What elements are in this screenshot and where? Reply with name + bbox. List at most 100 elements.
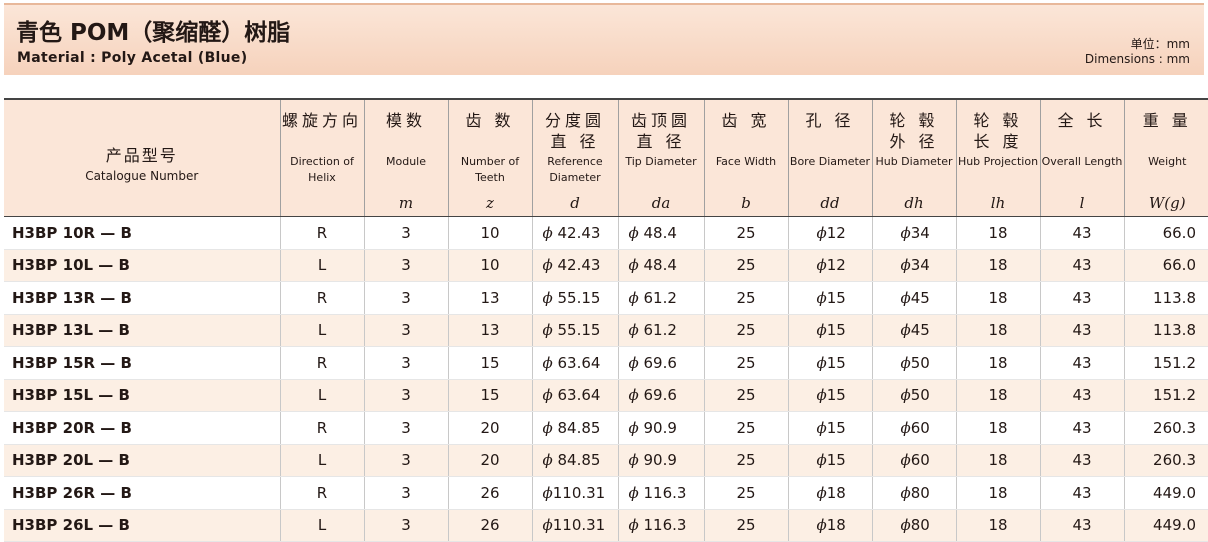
- cell-helix: L: [280, 509, 364, 542]
- cell-da: ϕ 116.3: [618, 509, 704, 542]
- cell-dh: ϕ50: [872, 379, 956, 412]
- diameter-symbol: ϕ: [817, 451, 827, 469]
- cell-value: 69.6: [644, 354, 677, 372]
- cell-b: 25: [704, 412, 788, 445]
- column-header-5: 齿顶圆直 径Tip Diameterda: [618, 99, 704, 217]
- cell-w: 260.3: [1124, 412, 1208, 445]
- cell-lh: 18: [956, 347, 1040, 380]
- cell-helix: L: [280, 379, 364, 412]
- cell-l: 43: [1040, 444, 1124, 477]
- cell-value: 42.43: [558, 256, 601, 274]
- cell-b: 25: [704, 217, 788, 250]
- cell-b: 25: [704, 282, 788, 315]
- diameter-symbol: ϕ: [901, 224, 911, 242]
- cell-value: 55.15: [558, 289, 601, 307]
- cell-lh: 18: [956, 412, 1040, 445]
- table-row: H3BP 20R — BR320ϕ 84.85ϕ 90.925ϕ15ϕ60184…: [4, 412, 1208, 445]
- cell-helix: R: [280, 412, 364, 445]
- material-subtitle: Material : Poly Acetal (Blue): [17, 50, 247, 66]
- diameter-symbol: ϕ: [629, 256, 639, 274]
- cell-value: 60: [911, 451, 930, 469]
- column-header-cn: 螺旋方向: [281, 110, 364, 131]
- cell-dd: ϕ18: [788, 477, 872, 510]
- column-header-9: 轮 毂长 度Hub Projectionlh: [956, 99, 1040, 217]
- header-banner: 青色 POM（聚缩醛）树脂 Material : Poly Acetal (Bl…: [4, 3, 1204, 75]
- cell-m: 3: [364, 282, 448, 315]
- cell-lh: 18: [956, 379, 1040, 412]
- cell-cat: H3BP 13R — B: [4, 282, 280, 315]
- diameter-symbol: ϕ: [629, 386, 639, 404]
- cell-dh: ϕ50: [872, 347, 956, 380]
- cell-value: 60: [911, 419, 930, 437]
- diameter-symbol: ϕ: [629, 484, 639, 502]
- cell-lh: 18: [956, 249, 1040, 282]
- cell-value: 90.9: [644, 451, 677, 469]
- cell-dd: ϕ15: [788, 444, 872, 477]
- cell-z: 20: [448, 412, 532, 445]
- cell-b: 25: [704, 314, 788, 347]
- page-title: 青色 POM（聚缩醛）树脂: [16, 13, 290, 47]
- diameter-symbol: ϕ: [901, 451, 911, 469]
- cell-m: 3: [364, 314, 448, 347]
- cell-m: 3: [364, 509, 448, 542]
- column-header-en: Catalogue Number: [4, 168, 280, 184]
- table-row: H3BP 10L — BL310ϕ 42.43ϕ 48.425ϕ12ϕ34184…: [4, 249, 1208, 282]
- cell-cat: H3BP 20L — B: [4, 444, 280, 477]
- column-header-10: 全 长Overall Lengthl: [1040, 99, 1124, 217]
- diameter-symbol: ϕ: [817, 484, 827, 502]
- cell-value: 45: [911, 289, 930, 307]
- column-header-cn: 模数: [365, 110, 448, 131]
- cell-w: 449.0: [1124, 509, 1208, 542]
- table-body: H3BP 10R — BR310ϕ 42.43ϕ 48.425ϕ12ϕ34184…: [4, 217, 1208, 542]
- diameter-symbol: ϕ: [629, 321, 639, 339]
- cell-value: 80: [911, 484, 930, 502]
- column-symbol: lh: [957, 194, 1040, 212]
- column-symbol: da: [619, 194, 704, 212]
- cell-value: 48.4: [644, 224, 677, 242]
- cell-dd: ϕ12: [788, 249, 872, 282]
- cell-dd: ϕ18: [788, 509, 872, 542]
- cell-da: ϕ 116.3: [618, 477, 704, 510]
- column-header-en: Hub Diameter: [873, 154, 956, 170]
- diameter-symbol: ϕ: [629, 289, 639, 307]
- diameter-symbol: ϕ: [901, 321, 911, 339]
- cell-helix: R: [280, 477, 364, 510]
- cell-dh: ϕ34: [872, 217, 956, 250]
- cell-da: ϕ 69.6: [618, 379, 704, 412]
- column-header-en: Bore Diameter: [789, 154, 872, 170]
- cell-value: 18: [827, 516, 846, 534]
- diameter-symbol: ϕ: [817, 516, 827, 534]
- column-symbol: z: [449, 194, 532, 212]
- cell-dh: ϕ60: [872, 444, 956, 477]
- cell-d: ϕ 63.64: [532, 379, 618, 412]
- cell-lh: 18: [956, 444, 1040, 477]
- diameter-symbol: ϕ: [817, 321, 827, 339]
- cell-dd: ϕ15: [788, 379, 872, 412]
- cell-cat: H3BP 26L — B: [4, 509, 280, 542]
- table-row: H3BP 13R — BR313ϕ 55.15ϕ 61.225ϕ15ϕ45184…: [4, 282, 1208, 315]
- cell-value: 15: [827, 419, 846, 437]
- cell-value: 50: [911, 386, 930, 404]
- column-symbol: W(g): [1125, 194, 1208, 212]
- cell-value: 48.4: [644, 256, 677, 274]
- cell-value: 63.64: [558, 354, 601, 372]
- diameter-symbol: ϕ: [629, 516, 639, 534]
- cell-value: 42.43: [558, 224, 601, 242]
- diameter-symbol: ϕ: [901, 484, 911, 502]
- diameter-symbol: ϕ: [629, 224, 639, 242]
- column-header-en: Overall Length: [1041, 154, 1124, 170]
- cell-w: 113.8: [1124, 282, 1208, 315]
- table-head: 产品型号Catalogue Number螺旋方向Direction of Hel…: [4, 99, 1208, 217]
- cell-b: 25: [704, 249, 788, 282]
- cell-m: 3: [364, 379, 448, 412]
- cell-value: 15: [827, 289, 846, 307]
- cell-m: 3: [364, 217, 448, 250]
- column-header-en: Number of Teeth: [449, 154, 532, 186]
- cell-d: ϕ 63.64: [532, 347, 618, 380]
- cell-l: 43: [1040, 412, 1124, 445]
- column-header-catalogue: 产品型号Catalogue Number: [4, 99, 280, 217]
- diameter-symbol: ϕ: [901, 386, 911, 404]
- cell-l: 43: [1040, 347, 1124, 380]
- cell-da: ϕ 90.9: [618, 412, 704, 445]
- cell-helix: L: [280, 249, 364, 282]
